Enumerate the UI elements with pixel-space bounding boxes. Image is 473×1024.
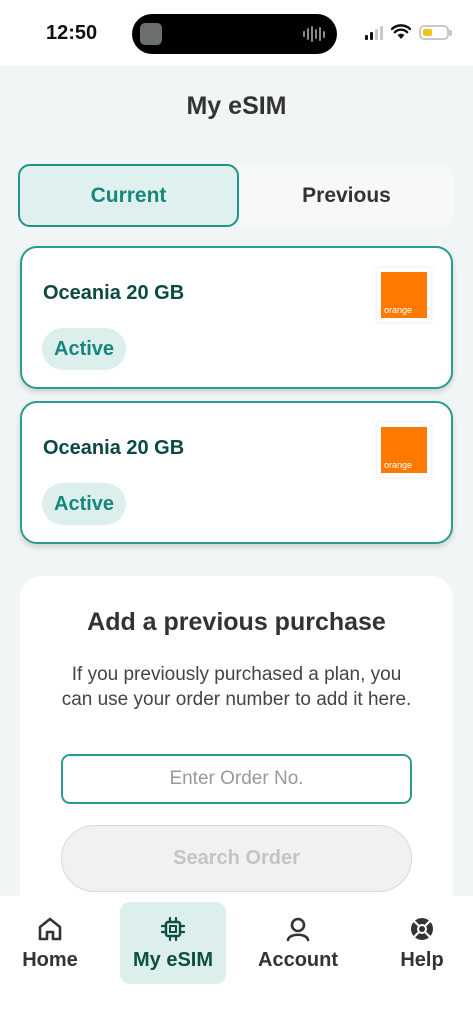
carrier-logo: orange: [381, 272, 427, 318]
carrier-logo: orange: [381, 427, 427, 473]
audio-waveform-icon: [303, 25, 325, 43]
order-number-input[interactable]: [61, 754, 412, 804]
add-purchase-description: If you previously purchased a plan, you …: [61, 664, 412, 710]
carrier-logo-text: orange: [384, 305, 413, 315]
sim-chip-icon: [160, 916, 186, 941]
status-badge: Active: [42, 483, 127, 525]
bottom-nav: Home My eSIM Account Help: [0, 896, 473, 1024]
plan-card[interactable]: Oceania 20 GB Active orange: [20, 401, 453, 544]
wifi-icon: [391, 24, 411, 39]
plan-card[interactable]: Oceania 20 GB Active orange: [20, 246, 453, 389]
plan-name: Oceania 20 GB: [43, 282, 185, 304]
status-badge: Active: [42, 328, 127, 370]
plan-name: Oceania 20 GB: [43, 437, 185, 459]
nav-label-help: Help: [400, 948, 444, 971]
nav-item-account[interactable]: Account: [246, 902, 350, 984]
status-time: 12:50: [46, 22, 98, 44]
user-icon: [286, 917, 310, 941]
tab-previous[interactable]: Previous: [239, 164, 454, 227]
add-purchase-title: Add a previous purchase: [87, 608, 386, 636]
nav-label-account: Account: [258, 948, 338, 971]
system-icons: [365, 24, 452, 40]
now-playing-thumbnail: [140, 23, 162, 45]
home-icon: [38, 917, 62, 940]
nav-item-my-esim[interactable]: My eSIM: [120, 902, 226, 984]
carrier-logo-text: orange: [384, 460, 413, 470]
tab-current[interactable]: Current: [18, 164, 239, 227]
search-order-button[interactable]: Search Order: [61, 825, 412, 892]
page-title: My eSIM: [186, 92, 287, 120]
nav-item-help[interactable]: Help: [386, 902, 458, 984]
status-bar: 12:50: [0, 0, 473, 66]
nav-label-my-esim: My eSIM: [132, 948, 214, 971]
dynamic-island: [132, 14, 337, 54]
cellular-signal-icon: [365, 24, 383, 40]
nav-item-home[interactable]: Home: [10, 902, 90, 984]
help-lifebuoy-icon: [411, 917, 433, 940]
nav-label-home: Home: [22, 948, 78, 971]
battery-icon: [419, 24, 452, 40]
esim-tabs: Current Previous: [18, 164, 454, 227]
add-purchase-card: Add a previous purchase If you previousl…: [20, 576, 453, 916]
